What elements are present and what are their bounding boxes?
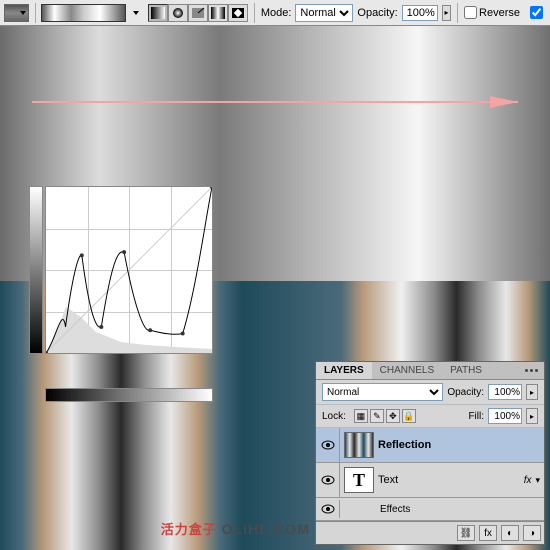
blend-opacity-row: Normal Opacity: ▸ [316, 380, 544, 405]
opacity-flyout-button[interactable]: ▸ [442, 5, 452, 21]
fill-flyout[interactable]: ▸ [526, 408, 538, 424]
radial-gradient-button[interactable] [168, 4, 188, 22]
output-gradient-strip [29, 186, 43, 354]
foreground-swatch-picker[interactable] [4, 4, 29, 22]
arrow-line [32, 101, 518, 103]
angle-gradient-button[interactable] [188, 4, 208, 22]
mode-select[interactable]: Normal [295, 4, 353, 22]
tab-layers[interactable]: LAYERS [316, 362, 372, 379]
gradient-drag-arrow [32, 96, 518, 108]
lock-all-icon[interactable]: 🔒 [402, 409, 416, 423]
separator [254, 3, 255, 23]
opacity-label: Opacity: [357, 7, 397, 19]
reflected-gradient-button[interactable] [208, 4, 228, 22]
link-layers-button[interactable]: ⛓ [457, 525, 475, 541]
layer-row-text[interactable]: T Text fx ▾ [316, 463, 544, 498]
tab-channels[interactable]: CHANNELS [372, 362, 442, 379]
lock-transparency-icon[interactable]: ▦ [354, 409, 368, 423]
options-bar: Mode: Normal Opacity: ▸ Reverse [0, 0, 550, 26]
panel-opacity-input[interactable] [488, 384, 522, 400]
eye-icon [321, 475, 335, 485]
fx-badge[interactable]: fx [524, 475, 532, 486]
effects-row[interactable]: Effects [316, 498, 544, 521]
layer-list: Reflection T Text fx ▾ Effects [316, 428, 544, 521]
layer-name[interactable]: Text [378, 474, 524, 486]
curve-path[interactable] [46, 187, 212, 353]
panel-menu-button[interactable] [519, 362, 544, 379]
layer-style-button[interactable]: fx [479, 525, 497, 541]
layer-thumbnail[interactable]: T [344, 467, 374, 493]
input-gradient-strip [45, 388, 213, 402]
watermark: 活力盒子 OLiHE.COM [161, 519, 310, 538]
visibility-toggle[interactable] [316, 463, 340, 497]
separator [35, 3, 36, 23]
blend-mode-select[interactable]: Normal [322, 383, 443, 401]
reverse-checkbox-group[interactable]: Reverse [464, 6, 520, 19]
separator [457, 3, 458, 23]
panel-opacity-flyout[interactable]: ▸ [526, 384, 538, 400]
trailing-checkbox[interactable] [530, 6, 543, 19]
reverse-label: Reverse [479, 7, 520, 19]
visibility-toggle[interactable] [316, 428, 340, 462]
linear-gradient-button[interactable] [148, 4, 168, 22]
curves-grid[interactable] [45, 186, 213, 354]
mode-label: Mode: [261, 7, 292, 19]
lock-fill-row: Lock: ▦ ✎ ✥ 🔒 Fill: ▸ [316, 405, 544, 428]
lock-icons: ▦ ✎ ✥ 🔒 [354, 409, 416, 423]
canvas: 活力盒子 OLiHE.COM LAYERS CHANNE [0, 26, 550, 550]
tab-paths[interactable]: PATHS [442, 362, 490, 379]
fx-expand-icon[interactable]: ▾ [535, 475, 540, 486]
lock-label: Lock: [322, 411, 346, 422]
opacity-input[interactable] [402, 5, 438, 21]
reverse-checkbox[interactable] [464, 6, 477, 19]
fill-label: Fill: [468, 411, 484, 422]
eye-icon [321, 440, 335, 450]
arrow-head-icon [490, 96, 518, 108]
curves-overlay [45, 186, 231, 386]
layer-name[interactable]: Reflection [378, 439, 544, 451]
gradient-preview-picker[interactable] [41, 4, 126, 22]
fill-input[interactable] [488, 408, 522, 424]
panel-opacity-label: Opacity: [447, 387, 484, 398]
layer-thumbnail[interactable] [344, 432, 374, 458]
layer-mask-button[interactable]: ◐ [501, 525, 519, 541]
panel-footer: ⛓ fx ◐ ◑ [316, 521, 544, 544]
gradient-type-group [148, 4, 248, 22]
adjustment-layer-button[interactable]: ◑ [523, 525, 541, 541]
layers-panel: LAYERS CHANNELS PATHS Normal Opacity: ▸ … [315, 361, 545, 545]
layer-row-reflection[interactable]: Reflection [316, 428, 544, 463]
eye-icon [321, 504, 335, 514]
lock-position-icon[interactable]: ✥ [386, 409, 400, 423]
effects-label: Effects [380, 504, 410, 515]
panel-tabs: LAYERS CHANNELS PATHS [316, 362, 544, 380]
diamond-gradient-button[interactable] [228, 4, 248, 22]
lock-image-icon[interactable]: ✎ [370, 409, 384, 423]
